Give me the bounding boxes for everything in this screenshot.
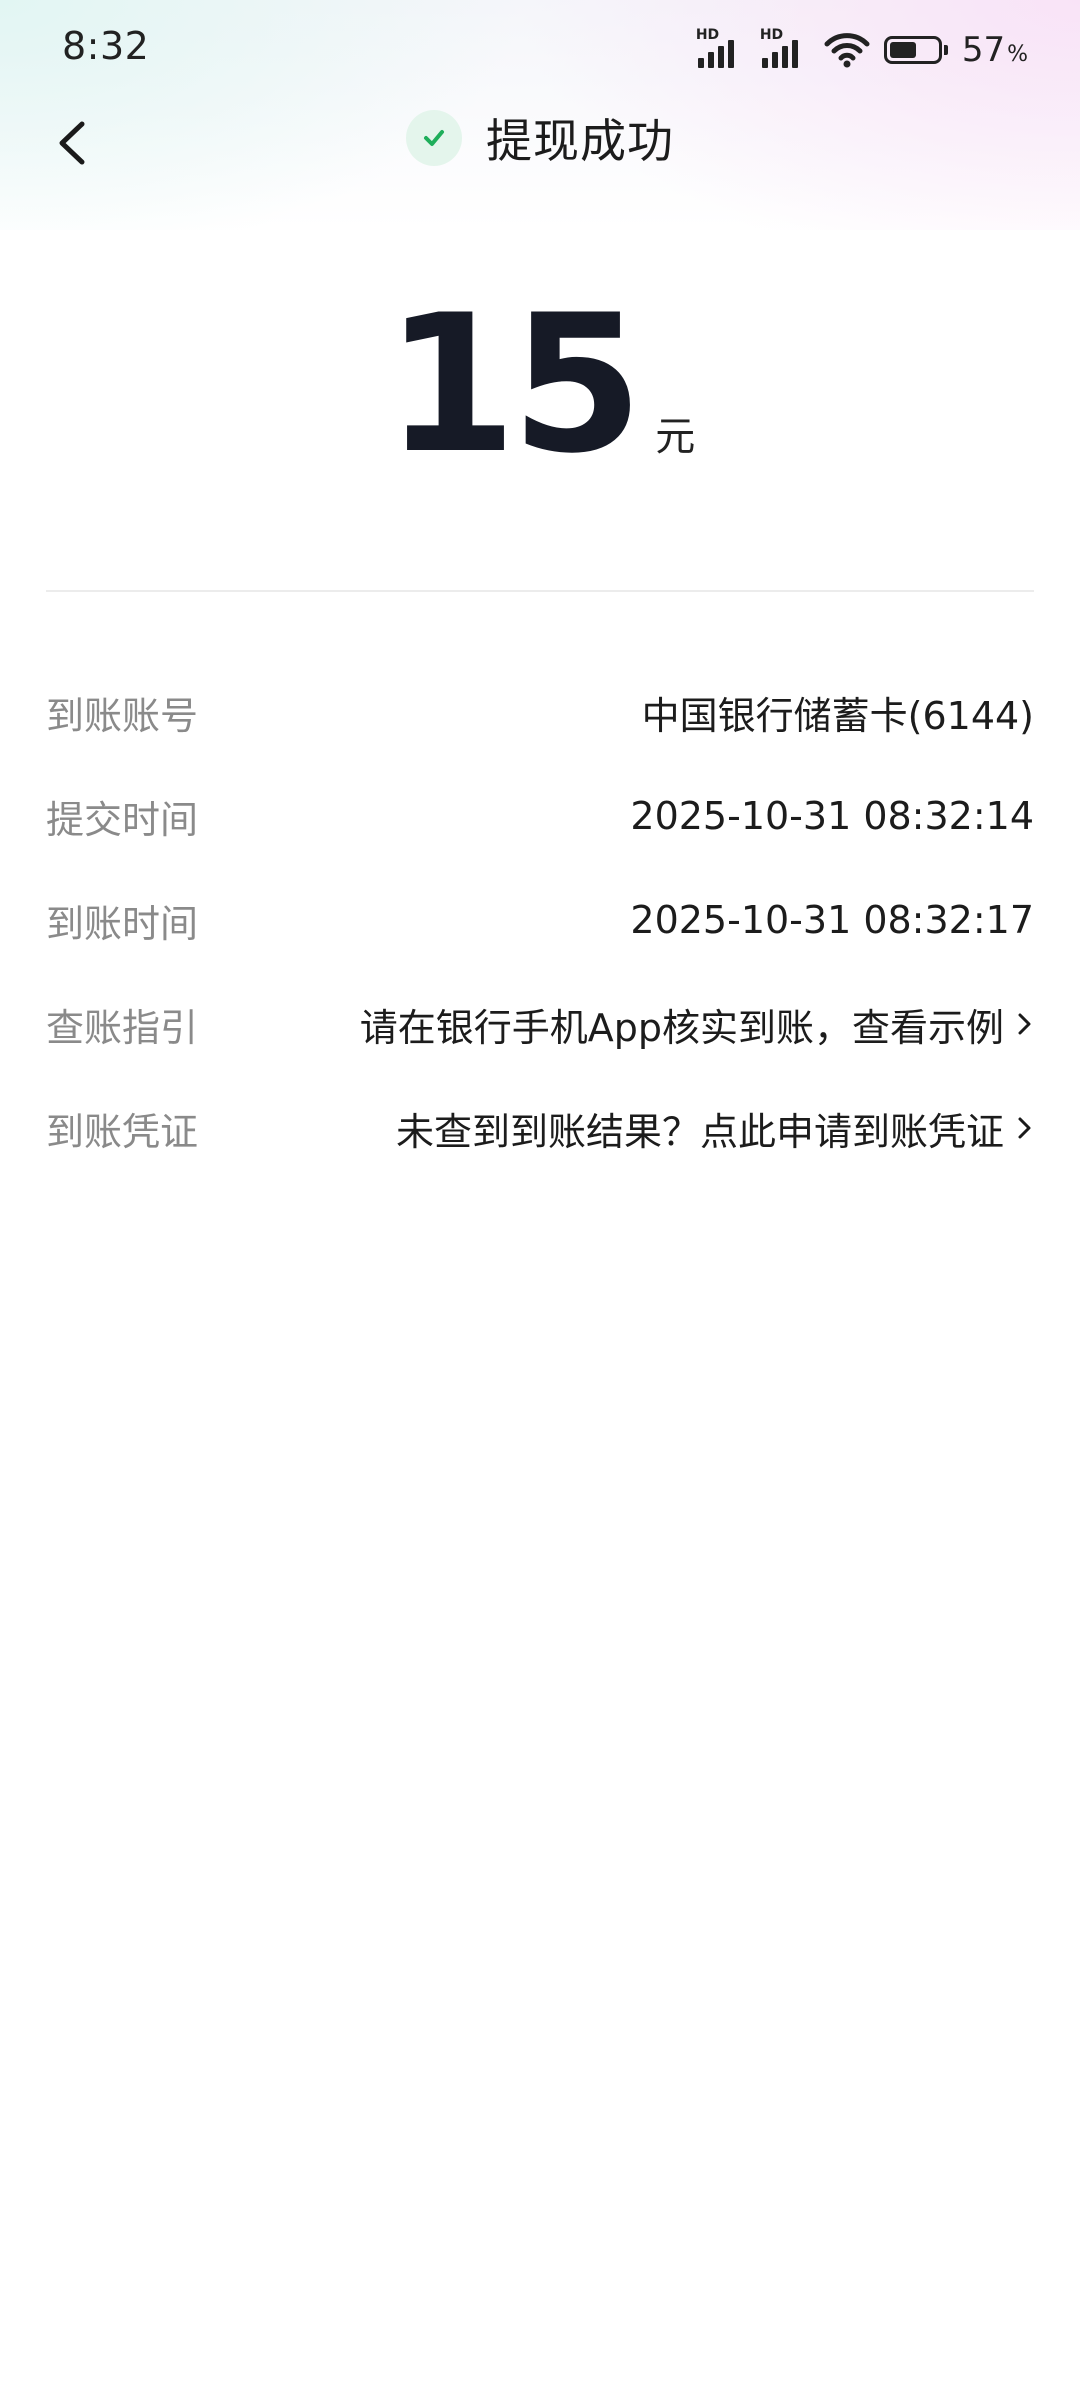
detail-label: 提交时间 <box>46 797 199 842</box>
check-guide-link[interactable]: 请在银行手机App核实到账，查看示例 <box>360 997 1034 1052</box>
page-title: 提现成功 <box>486 114 674 168</box>
status-time: 8:32 <box>62 24 150 68</box>
detail-row-submit-time: 提交时间 2025-10-31 08:32:14 <box>46 764 1034 868</box>
nav-header: 提现成功 <box>0 106 1080 170</box>
detail-row-check-guide[interactable]: 查账指引 请在银行手机App核实到账，查看示例 <box>46 972 1034 1076</box>
wifi-icon <box>824 33 870 68</box>
detail-row-voucher[interactable]: 到账凭证 未查到到账结果？点此申请到账凭证 <box>46 1076 1034 1180</box>
amount-display: 15 元 <box>0 290 1080 480</box>
back-button[interactable] <box>48 108 96 178</box>
detail-row-account: 到账账号 中国银行储蓄卡(6144) <box>46 660 1034 764</box>
check-circle-icon <box>406 110 462 166</box>
apply-voucher-link[interactable]: 未查到到账结果？点此申请到账凭证 <box>396 1101 1034 1156</box>
status-bar: 8:32 HD HD 57 % <box>0 0 1080 100</box>
cellular-signal-icon: HD <box>696 28 746 70</box>
detail-label: 到账时间 <box>46 901 199 946</box>
detail-label: 查账指引 <box>46 1005 199 1050</box>
amount-unit: 元 <box>655 414 696 460</box>
detail-row-arrival-time: 到账时间 2025-10-31 08:32:17 <box>46 868 1034 972</box>
chevron-right-icon <box>1018 1117 1031 1139</box>
detail-value: 2025-10-31 08:32:14 <box>630 794 1034 838</box>
cellular-signal-icon: HD <box>760 28 810 70</box>
withdrawal-success-page: 8:32 HD HD 57 % 提现成功 15 元 到账账号 中国银行储蓄卡(6… <box>0 0 1080 2400</box>
battery-percentage: 57% <box>961 30 1028 70</box>
amount-value: 15 <box>384 274 643 495</box>
chevron-left-icon <box>59 121 85 165</box>
detail-label: 到账账号 <box>46 693 199 738</box>
battery-icon <box>883 36 948 64</box>
detail-value: 2025-10-31 08:32:17 <box>630 898 1034 942</box>
status-indicators: HD HD 57 % <box>696 28 1028 72</box>
divider <box>46 590 1034 592</box>
detail-list: 到账账号 中国银行储蓄卡(6144) 提交时间 2025-10-31 08:32… <box>46 660 1034 1180</box>
detail-label: 到账凭证 <box>46 1109 199 1154</box>
chevron-right-icon <box>1018 1013 1031 1035</box>
detail-value: 中国银行储蓄卡(6144) <box>641 693 1034 738</box>
